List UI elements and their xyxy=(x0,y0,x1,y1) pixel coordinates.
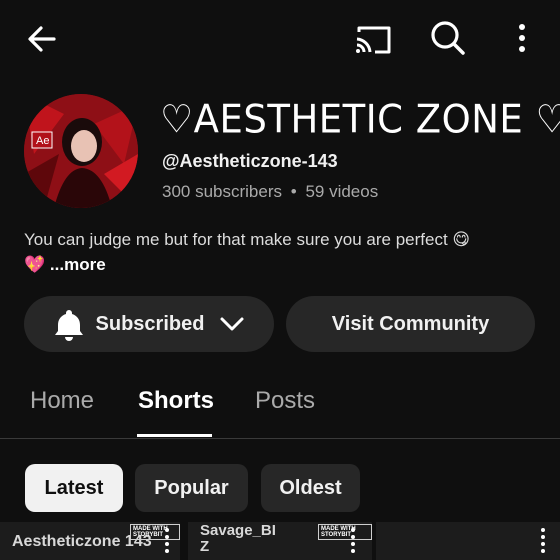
avatar-image: Ae xyxy=(24,94,138,208)
channel-description[interactable]: You can judge me but for that make sure … xyxy=(24,227,534,277)
more-vertical-icon xyxy=(519,24,525,52)
short-thumbnail[interactable]: Aestheticzone 143 MADE WITH STORYBIT xyxy=(0,522,180,560)
search-button[interactable] xyxy=(428,18,468,58)
channel-handle: @Aestheticzone-143 xyxy=(162,151,338,171)
chevron-down-icon xyxy=(220,317,244,331)
more-link[interactable]: ...more xyxy=(50,255,106,274)
filter-oldest-chip[interactable]: Oldest xyxy=(261,464,360,512)
heart-emoji: 💖 xyxy=(24,255,46,274)
storybit-badge: MADE WITH STORYBIT xyxy=(130,524,180,540)
arrow-left-icon xyxy=(28,26,56,52)
active-tab-indicator xyxy=(137,434,212,437)
cast-icon xyxy=(356,26,391,54)
video-count: 59 videos xyxy=(305,182,379,201)
channel-stats: 300 subscribers • 59 videos xyxy=(162,182,378,202)
svg-text:Ae: Ae xyxy=(36,135,49,147)
channel-name: ♡AESTHETIC ZONE ♡ xyxy=(160,96,560,143)
filter-popular-chip[interactable]: Popular xyxy=(135,464,248,512)
more-options-button[interactable] xyxy=(506,18,538,58)
short-caption-line2: Z xyxy=(200,538,210,555)
short-thumbnail[interactable]: Savage_BI Z MADE WITH STORYBIT xyxy=(188,522,372,560)
stats-separator: • xyxy=(290,182,297,201)
bell-icon xyxy=(54,310,83,341)
avatar[interactable]: Ae xyxy=(24,94,138,208)
subscriber-count: 300 subscribers xyxy=(162,182,283,201)
short-caption: Savage_BI xyxy=(200,522,276,539)
back-button[interactable] xyxy=(24,20,62,58)
cast-button[interactable] xyxy=(353,20,393,58)
tab-home[interactable]: Home xyxy=(30,387,94,415)
storybit-badge: MADE WITH STORYBIT xyxy=(318,524,372,540)
tab-posts[interactable]: Posts xyxy=(255,387,315,415)
visit-community-button[interactable]: Visit Community xyxy=(286,296,535,352)
filter-latest-chip[interactable]: Latest xyxy=(25,464,123,512)
short-more-icon[interactable] xyxy=(541,528,545,556)
search-icon xyxy=(431,21,465,55)
description-text: You can judge me but for that make sure … xyxy=(24,230,471,249)
tab-divider xyxy=(0,438,560,439)
short-more-icon[interactable] xyxy=(165,528,169,556)
short-thumbnail[interactable] xyxy=(376,522,560,560)
tab-shorts[interactable]: Shorts xyxy=(138,387,214,415)
subscribed-label: Subscribed xyxy=(95,312,205,335)
short-more-icon[interactable] xyxy=(351,528,355,556)
subscribed-button[interactable]: Subscribed xyxy=(24,296,274,352)
